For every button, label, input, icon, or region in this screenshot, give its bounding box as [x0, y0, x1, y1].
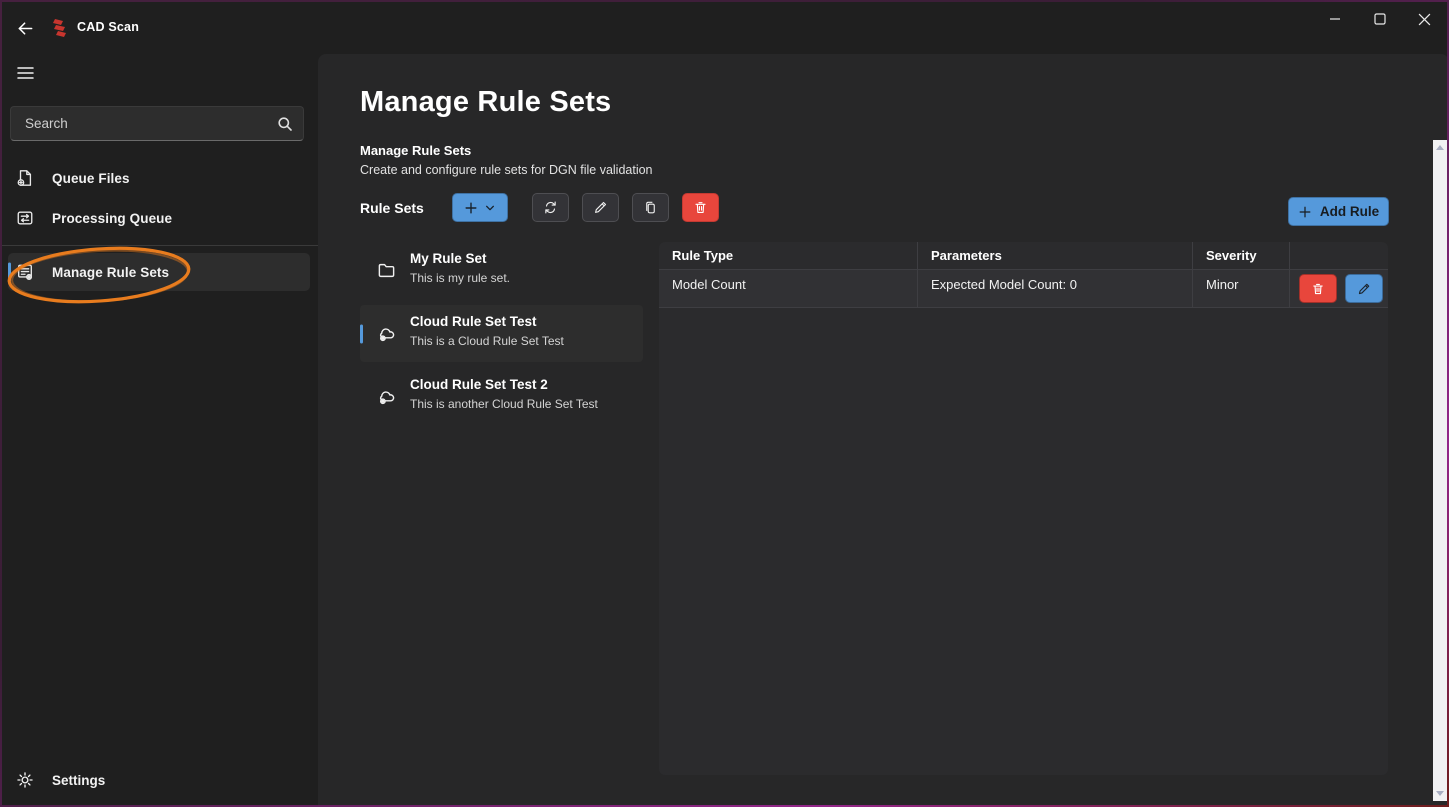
main-panel: Manage Rule Sets Manage Rule Sets Create…	[318, 54, 1449, 807]
column-header-severity: Severity	[1193, 242, 1290, 270]
search-icon	[277, 116, 293, 132]
minimize-button[interactable]	[1312, 0, 1357, 38]
hamburger-icon	[16, 66, 34, 80]
queue-files-icon	[16, 169, 34, 187]
titlebar: CAD Scan	[0, 0, 1449, 54]
section-subtitle: Create and configure rule sets for DGN f…	[360, 163, 653, 177]
refresh-rule-sets-button[interactable]	[531, 193, 569, 222]
sidebar-divider	[0, 245, 318, 246]
app-window: CAD Scan Search Queue Files Processing Q…	[0, 0, 1449, 807]
cloud-gear-icon	[377, 387, 396, 406]
sidebar-item-settings[interactable]: Settings	[8, 761, 310, 799]
close-button[interactable]	[1402, 0, 1447, 38]
section-head: Manage Rule Sets Create and configure ru…	[360, 143, 653, 177]
cell-parameters: Expected Model Count: 0	[918, 270, 1193, 308]
cell-severity: Minor	[1193, 270, 1290, 308]
sidebar-item-processing-queue[interactable]: Processing Queue	[8, 198, 310, 238]
plus-icon	[464, 201, 478, 215]
search-input[interactable]	[25, 116, 277, 131]
cell-actions	[1290, 270, 1388, 308]
folder-icon	[377, 261, 396, 280]
refresh-icon	[543, 200, 558, 215]
page-title: Manage Rule Sets	[360, 86, 612, 118]
sidebar-item-queue-files[interactable]: Queue Files	[8, 158, 310, 198]
chevron-down-icon	[485, 203, 495, 213]
rule-set-description: This is a Cloud Rule Set Test	[410, 334, 564, 348]
add-rule-button[interactable]: Add Rule	[1288, 197, 1389, 226]
rule-set-list: My Rule Set This is my rule set. Cloud R…	[360, 242, 643, 431]
back-button[interactable]	[8, 12, 42, 44]
trash-icon	[693, 200, 708, 215]
rule-set-item-my-rule-set[interactable]: My Rule Set This is my rule set.	[360, 242, 643, 299]
rule-set-name: My Rule Set	[410, 251, 487, 266]
cell-rule-type: Model Count	[659, 270, 918, 308]
rule-set-item-cloud-rule-set-test[interactable]: Cloud Rule Set Test This is a Cloud Rule…	[360, 305, 643, 362]
add-rule-label: Add Rule	[1319, 204, 1380, 219]
arrow-left-icon	[15, 18, 36, 39]
sidebar: Queue Files Processing Queue	[0, 54, 318, 807]
delete-rule-button[interactable]	[1299, 274, 1337, 303]
sidebar-item-label: Queue Files	[52, 170, 130, 186]
rule-sets-toolbar: Rule Sets	[360, 193, 732, 222]
scroll-up-arrow-icon[interactable]	[1436, 145, 1444, 150]
column-header-parameters: Parameters	[918, 242, 1193, 270]
column-header-rule-type: Rule Type	[659, 242, 918, 270]
settings-label: Settings	[52, 772, 106, 788]
cloud-gear-icon	[377, 324, 396, 343]
hamburger-menu-button[interactable]	[7, 56, 43, 90]
gear-icon	[16, 771, 34, 789]
column-header-actions	[1290, 242, 1388, 270]
processing-queue-icon	[16, 209, 34, 227]
app-logo-icon	[51, 15, 69, 41]
pencil-icon	[593, 200, 608, 215]
selected-accent-bar	[8, 262, 11, 282]
rule-sets-icon	[16, 263, 34, 281]
rule-set-description: This is another Cloud Rule Set Test	[410, 397, 598, 411]
copy-rule-set-button[interactable]	[631, 193, 669, 222]
rule-set-description: This is my rule set.	[410, 271, 511, 285]
rule-set-item-cloud-rule-set-test-2[interactable]: Cloud Rule Set Test 2 This is another Cl…	[360, 368, 643, 425]
pencil-icon	[1357, 282, 1371, 296]
search-box	[10, 106, 304, 141]
trash-icon	[1311, 282, 1325, 296]
section-title: Manage Rule Sets	[360, 143, 472, 158]
sidebar-item-manage-rule-sets[interactable]: Manage Rule Sets	[8, 253, 310, 291]
copy-icon	[643, 200, 658, 215]
rule-set-name: Cloud Rule Set Test	[410, 314, 537, 329]
maximize-button[interactable]	[1357, 0, 1402, 38]
scroll-down-arrow-icon[interactable]	[1436, 791, 1444, 796]
rule-sets-label: Rule Sets	[360, 199, 424, 216]
sidebar-item-label: Manage Rule Sets	[52, 264, 170, 280]
selected-accent-bar	[360, 324, 363, 343]
sidebar-nav: Queue Files Processing Queue Manage Rule…	[0, 158, 318, 291]
window-controls	[1312, 0, 1447, 38]
vertical-scrollbar[interactable]	[1433, 140, 1447, 801]
add-rule-set-dropdown-button[interactable]	[451, 193, 508, 222]
rules-table: Rule Type Parameters Severity Model Coun…	[659, 242, 1388, 775]
edit-rule-set-button[interactable]	[581, 193, 619, 222]
delete-rule-set-button[interactable]	[681, 193, 719, 222]
app-title: CAD Scan	[77, 20, 140, 34]
edit-rule-button[interactable]	[1345, 274, 1383, 303]
sidebar-item-label: Processing Queue	[52, 210, 173, 226]
rule-set-name: Cloud Rule Set Test 2	[410, 377, 548, 392]
plus-icon	[1298, 205, 1312, 219]
